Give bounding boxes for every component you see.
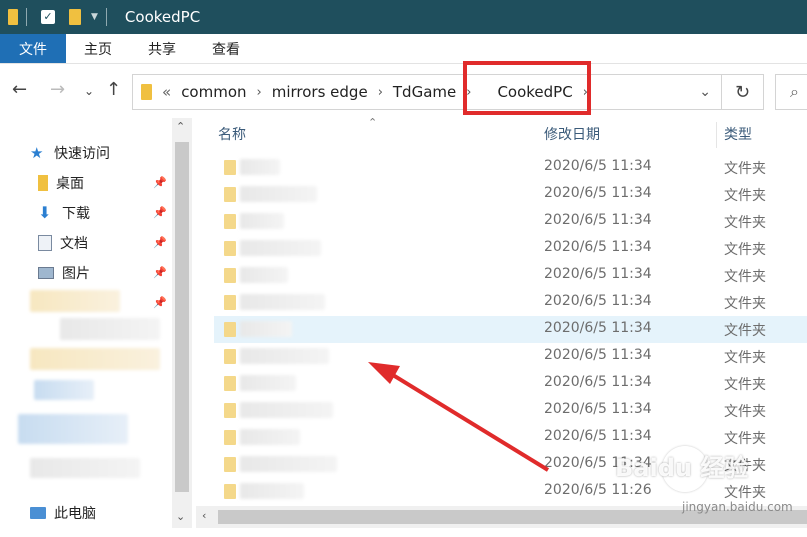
arrow-head: [368, 362, 400, 384]
arrow-shaft: [386, 370, 550, 472]
watermark-brand: Baidu 经验: [615, 454, 749, 482]
watermark-url: jingyan.baidu.com: [682, 500, 793, 514]
